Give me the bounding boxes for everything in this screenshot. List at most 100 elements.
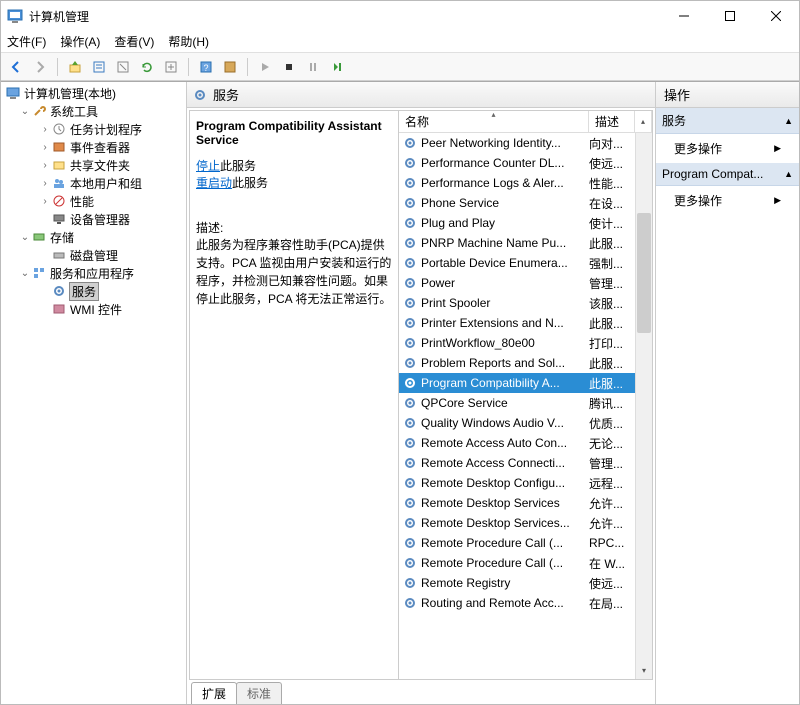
expander-icon[interactable]: › <box>39 124 51 135</box>
service-row[interactable]: Remote Procedure Call (...在 W... <box>399 553 635 573</box>
gear-icon <box>403 496 417 510</box>
service-row[interactable]: Remote Desktop Configu...远程... <box>399 473 635 493</box>
tree-group-services-apps[interactable]: ⌄ 服务和应用程序 <box>3 264 184 282</box>
scroll-thumb[interactable] <box>637 213 651 333</box>
service-desc: 打印... <box>589 335 635 352</box>
menu-help[interactable]: 帮助(H) <box>168 33 209 50</box>
gear-icon <box>51 283 67 299</box>
forward-button[interactable] <box>29 56 51 78</box>
service-row[interactable]: Problem Reports and Sol...此服... <box>399 353 635 373</box>
service-row[interactable]: Program Compatibility A...此服... <box>399 373 635 393</box>
minimize-button[interactable] <box>661 1 707 31</box>
tree-group-system-tools[interactable]: ⌄ 系统工具 <box>3 102 184 120</box>
service-row[interactable]: Remote Desktop Services...允许... <box>399 513 635 533</box>
service-row[interactable]: Routing and Remote Acc...在局... <box>399 593 635 613</box>
service-row[interactable]: PNRP Machine Name Pu...此服... <box>399 233 635 253</box>
service-row[interactable]: Portable Device Enumera...强制... <box>399 253 635 273</box>
column-name[interactable]: 名称▴ <box>399 111 589 132</box>
action-more-selected[interactable]: 更多操作▶ <box>656 186 799 215</box>
service-row[interactable]: Remote Access Auto Con...无论... <box>399 433 635 453</box>
action-more-services[interactable]: 更多操作▶ <box>656 134 799 163</box>
tree-item-shared-folders[interactable]: ›共享文件夹 <box>3 156 184 174</box>
menu-action[interactable]: 操作(A) <box>60 33 100 50</box>
expander-icon[interactable]: ⌄ <box>19 106 31 117</box>
tree-group-storage[interactable]: ⌄ 存储 <box>3 228 184 246</box>
disk-icon <box>51 247 67 263</box>
service-row[interactable]: Power管理... <box>399 273 635 293</box>
service-name: Program Compatibility A... <box>421 376 589 390</box>
tree-root[interactable]: 计算机管理(本地) <box>3 84 184 102</box>
chevron-right-icon: ▶ <box>774 143 781 154</box>
tree-item-local-users[interactable]: ›本地用户和组 <box>3 174 184 192</box>
action-group-selected-service[interactable]: Program Compat...▲ <box>656 163 799 186</box>
menu-file[interactable]: 文件(F) <box>7 33 46 50</box>
service-row[interactable]: Performance Logs & Aler...性能... <box>399 173 635 193</box>
restart-button[interactable] <box>326 56 348 78</box>
service-name: Remote Desktop Services <box>421 496 589 510</box>
service-row[interactable]: QPCore Service腾讯... <box>399 393 635 413</box>
help-button[interactable]: ? <box>195 56 217 78</box>
service-detail-panel: Program Compatibility Assistant Service … <box>190 111 398 679</box>
pause-button[interactable] <box>302 56 324 78</box>
service-name: Routing and Remote Acc... <box>421 596 589 610</box>
service-desc: 在局... <box>589 595 635 612</box>
tab-extended[interactable]: 扩展 <box>191 682 237 704</box>
tree-item-device-manager[interactable]: 设备管理器 <box>3 210 184 228</box>
tree-item-task-scheduler[interactable]: ›任务计划程序 <box>3 120 184 138</box>
service-row[interactable]: Remote Registry使远... <box>399 573 635 593</box>
service-row[interactable]: Remote Procedure Call (...RPC... <box>399 533 635 553</box>
menu-view[interactable]: 查看(V) <box>114 33 154 50</box>
expander-icon[interactable]: ⌄ <box>19 232 31 243</box>
svg-text:?: ? <box>203 63 208 73</box>
export-button[interactable] <box>160 56 182 78</box>
service-row[interactable]: Phone Service在设... <box>399 193 635 213</box>
gear-icon <box>403 196 417 210</box>
delete-button[interactable] <box>112 56 134 78</box>
service-row[interactable]: Remote Access Connecti...管理... <box>399 453 635 473</box>
service-name: Performance Logs & Aler... <box>421 176 589 190</box>
tree-item-disk-management[interactable]: 磁盘管理 <box>3 246 184 264</box>
service-row[interactable]: PrintWorkflow_80e00打印... <box>399 333 635 353</box>
performance-icon <box>51 193 67 209</box>
service-row[interactable]: Printer Extensions and N...此服... <box>399 313 635 333</box>
folder-icon <box>51 157 67 173</box>
service-row[interactable]: Peer Networking Identity...向对... <box>399 133 635 153</box>
back-button[interactable] <box>5 56 27 78</box>
service-name: QPCore Service <box>421 396 589 410</box>
expander-icon[interactable]: › <box>39 142 51 153</box>
expander-icon[interactable]: › <box>39 178 51 189</box>
play-button[interactable] <box>254 56 276 78</box>
service-row[interactable]: Print Spooler该服... <box>399 293 635 313</box>
stop-service-link[interactable]: 停止 <box>196 159 220 173</box>
properties-button[interactable] <box>88 56 110 78</box>
action-group-services[interactable]: 服务▲ <box>656 108 799 134</box>
refresh-button[interactable] <box>136 56 158 78</box>
expander-icon[interactable]: › <box>39 196 51 207</box>
expander-icon[interactable]: ⌄ <box>19 268 31 279</box>
restart-service-link[interactable]: 重启动 <box>196 176 232 190</box>
stop-button[interactable] <box>278 56 300 78</box>
service-name: Remote Procedure Call (... <box>421 536 589 550</box>
service-desc: 远程... <box>589 475 635 492</box>
scroll-head-arrow[interactable]: ▴ <box>635 111 652 132</box>
service-row[interactable]: Plug and Play使计... <box>399 213 635 233</box>
service-row[interactable]: Remote Desktop Services允许... <box>399 493 635 513</box>
scroll-down-arrow[interactable]: ▾ <box>636 662 652 679</box>
service-row[interactable]: Quality Windows Audio V...优质... <box>399 413 635 433</box>
maximize-button[interactable] <box>707 1 753 31</box>
tool-button[interactable] <box>219 56 241 78</box>
tree-item-event-viewer[interactable]: ›事件查看器 <box>3 138 184 156</box>
tree-item-performance[interactable]: ›性能 <box>3 192 184 210</box>
expander-icon[interactable]: › <box>39 160 51 171</box>
service-row[interactable]: Performance Counter DL...使远... <box>399 153 635 173</box>
tree-pane[interactable]: 计算机管理(本地) ⌄ 系统工具 ›任务计划程序 ›事件查看器 ›共享文件夹 ›… <box>1 82 187 704</box>
tree-item-wmi[interactable]: WMI 控件 <box>3 300 184 318</box>
tab-standard[interactable]: 标准 <box>236 682 282 704</box>
gear-icon <box>403 576 417 590</box>
vertical-scrollbar[interactable]: ▾ <box>635 133 652 679</box>
up-button[interactable] <box>64 56 86 78</box>
close-button[interactable] <box>753 1 799 31</box>
center-header: 服务 <box>187 82 655 108</box>
tree-item-services[interactable]: 服务 <box>3 282 184 300</box>
column-desc[interactable]: 描述 <box>589 111 635 132</box>
